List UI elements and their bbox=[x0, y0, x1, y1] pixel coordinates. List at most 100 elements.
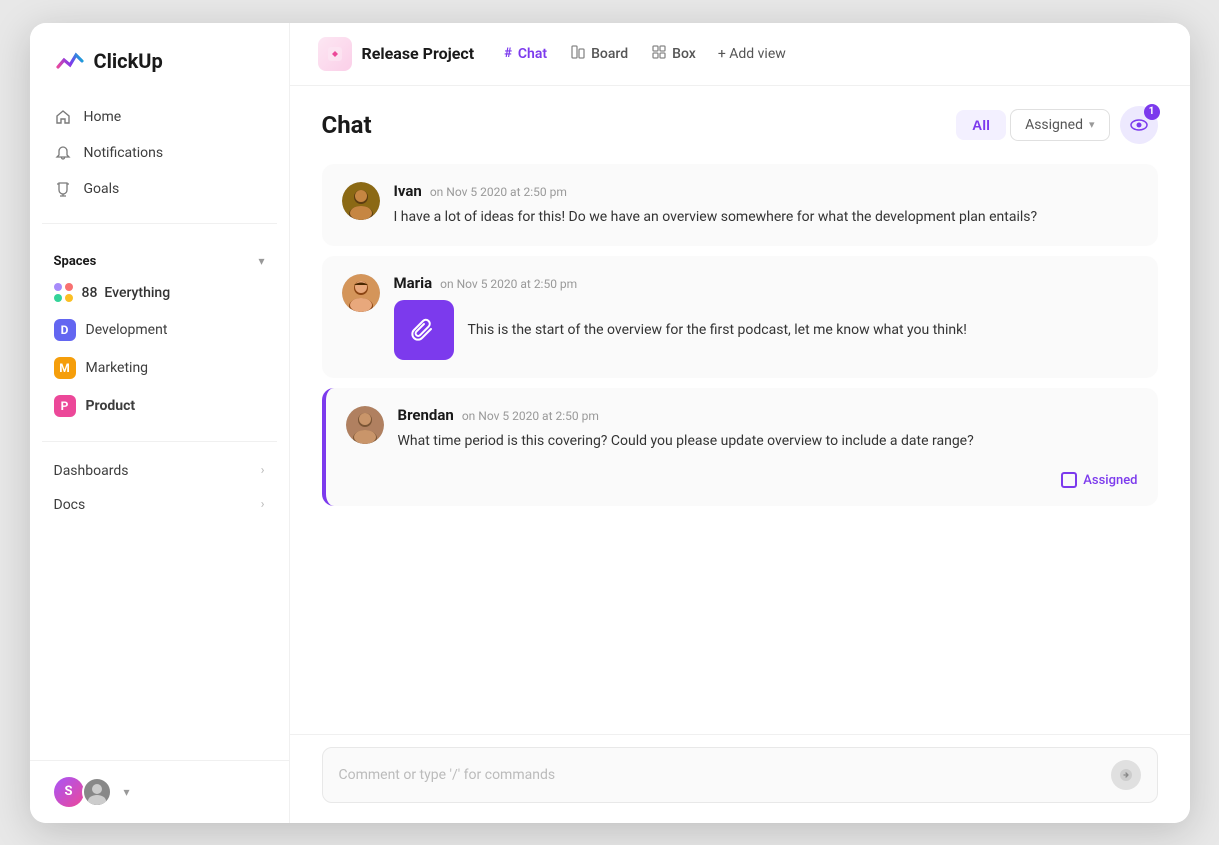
goals-label: Goals bbox=[84, 181, 120, 197]
sidebar-item-home[interactable]: Home bbox=[42, 99, 277, 135]
spaces-header[interactable]: Spaces ▾ bbox=[42, 248, 277, 275]
maria-text: This is the start of the overview for th… bbox=[468, 319, 967, 341]
logo-text: ClickUp bbox=[94, 49, 163, 73]
ivan-avatar-image bbox=[342, 182, 380, 220]
sidebar-item-notifications[interactable]: Notifications bbox=[42, 135, 277, 171]
paperclip-icon bbox=[411, 317, 437, 343]
filter-assigned-button[interactable]: Assigned ▾ bbox=[1010, 109, 1109, 141]
divider-1 bbox=[42, 223, 277, 224]
everything-count: 88 Everything bbox=[82, 285, 171, 301]
brendan-message-body: Brendan on Nov 5 2020 at 2:50 pm What ti… bbox=[398, 406, 1138, 488]
ivan-message-body: Ivan on Nov 5 2020 at 2:50 pm I have a l… bbox=[394, 182, 1138, 228]
ivan-time: on Nov 5 2020 at 2:50 pm bbox=[430, 185, 567, 199]
comment-placeholder: Comment or type '/' for commands bbox=[339, 767, 1111, 783]
brendan-message-meta: Brendan on Nov 5 2020 at 2:50 pm bbox=[398, 406, 1138, 424]
watch-button[interactable]: 1 bbox=[1120, 106, 1158, 144]
tab-board[interactable]: Board bbox=[559, 39, 640, 69]
bell-icon bbox=[54, 144, 72, 162]
chat-title: Chat bbox=[322, 111, 372, 139]
project-icon bbox=[318, 37, 352, 71]
project-title: Release Project bbox=[362, 44, 475, 63]
assigned-filter-chevron-icon: ▾ bbox=[1089, 118, 1095, 131]
message-maria: Maria on Nov 5 2020 at 2:50 pm This is t… bbox=[322, 256, 1158, 378]
chat-filters: All Assigned ▾ bbox=[956, 109, 1109, 141]
assigned-checkbox[interactable] bbox=[1061, 472, 1077, 488]
marketing-label: Marketing bbox=[86, 360, 149, 376]
eye-icon bbox=[1130, 118, 1148, 132]
box-tab-icon bbox=[652, 45, 666, 63]
maria-message-body: Maria on Nov 5 2020 at 2:50 pm This is t… bbox=[394, 274, 1138, 360]
tab-chat[interactable]: # Chat bbox=[492, 40, 559, 68]
box-tab-label: Box bbox=[672, 46, 696, 62]
comment-input-area: Comment or type '/' for commands bbox=[290, 734, 1190, 823]
topbar: Release Project # Chat Board bbox=[290, 23, 1190, 86]
board-tab-label: Board bbox=[591, 46, 628, 62]
ivan-name: Ivan bbox=[394, 182, 422, 200]
maria-avatar-image bbox=[342, 274, 380, 312]
app-container: ClickUp Home Notifications bbox=[30, 23, 1190, 823]
message-brendan: Brendan on Nov 5 2020 at 2:50 pm What ti… bbox=[322, 388, 1158, 506]
main-content: Release Project # Chat Board bbox=[290, 23, 1190, 823]
chat-tab-label: Chat bbox=[518, 46, 547, 62]
sidebar-footer: S ▾ bbox=[30, 760, 289, 823]
messages-container: Ivan on Nov 5 2020 at 2:50 pm I have a l… bbox=[290, 156, 1190, 734]
assigned-label: Assigned bbox=[1083, 473, 1137, 488]
spaces-section: Spaces ▾ 88 Everything D Develo bbox=[30, 236, 289, 429]
product-label: Product bbox=[86, 398, 136, 414]
chat-tab-icon: # bbox=[504, 46, 512, 61]
marketing-badge: M bbox=[54, 357, 76, 379]
sidebar-item-goals[interactable]: Goals bbox=[42, 171, 277, 207]
chat-area: Chat All Assigned ▾ 1 bbox=[290, 86, 1190, 823]
comment-box[interactable]: Comment or type '/' for commands bbox=[322, 747, 1158, 803]
send-button[interactable] bbox=[1111, 760, 1141, 790]
brendan-avatar-image bbox=[346, 406, 384, 444]
sidebar: ClickUp Home Notifications bbox=[30, 23, 290, 823]
avatar-ivan bbox=[342, 182, 380, 220]
filter-all-button[interactable]: All bbox=[956, 110, 1006, 140]
logo-area: ClickUp bbox=[30, 23, 289, 95]
sidebar-item-docs[interactable]: Docs › bbox=[30, 488, 289, 522]
project-icon-svg bbox=[325, 44, 345, 64]
message-ivan: Ivan on Nov 5 2020 at 2:50 pm I have a l… bbox=[322, 164, 1158, 246]
maria-time: on Nov 5 2020 at 2:50 pm bbox=[440, 277, 577, 291]
brendan-name: Brendan bbox=[398, 406, 454, 424]
ivan-message-meta: Ivan on Nov 5 2020 at 2:50 pm bbox=[394, 182, 1138, 200]
notifications-label: Notifications bbox=[84, 145, 164, 161]
docs-label: Docs bbox=[54, 497, 86, 513]
home-label: Home bbox=[84, 109, 122, 125]
dashboards-label: Dashboards bbox=[54, 463, 129, 479]
attachment-icon bbox=[394, 300, 454, 360]
development-label: Development bbox=[86, 322, 168, 338]
sidebar-item-marketing[interactable]: M Marketing bbox=[42, 349, 277, 387]
user2-avatar-image bbox=[84, 779, 110, 805]
brendan-text: What time period is this covering? Could… bbox=[398, 430, 1138, 452]
product-badge: P bbox=[54, 395, 76, 417]
sidebar-nav: Home Notifications bbox=[30, 95, 289, 211]
sidebar-item-product[interactable]: P Product bbox=[42, 387, 277, 425]
avatar-brendan bbox=[346, 406, 384, 444]
sidebar-item-development[interactable]: D Development bbox=[42, 311, 277, 349]
brendan-time: on Nov 5 2020 at 2:50 pm bbox=[462, 409, 599, 423]
add-view-button[interactable]: + Add view bbox=[708, 40, 796, 68]
divider-2 bbox=[42, 441, 277, 442]
dashboards-arrow-icon: › bbox=[261, 463, 265, 478]
maria-message-meta: Maria on Nov 5 2020 at 2:50 pm bbox=[394, 274, 1138, 292]
trophy-icon bbox=[54, 180, 72, 198]
brendan-assigned-footer: Assigned bbox=[398, 460, 1138, 488]
footer-chevron-icon[interactable]: ▾ bbox=[124, 785, 130, 799]
board-tab-icon bbox=[571, 45, 585, 63]
add-view-label: + Add view bbox=[718, 46, 786, 62]
home-icon bbox=[54, 108, 72, 126]
maria-attachment: This is the start of the overview for th… bbox=[394, 300, 1138, 360]
tab-box[interactable]: Box bbox=[640, 39, 708, 69]
assigned-badge[interactable]: Assigned bbox=[1061, 472, 1137, 488]
avatar-user2[interactable] bbox=[82, 777, 112, 807]
sidebar-item-everything[interactable]: 88 Everything bbox=[42, 275, 277, 311]
ivan-text: I have a lot of ideas for this! Do we ha… bbox=[394, 206, 1138, 228]
spaces-label: Spaces bbox=[54, 254, 97, 269]
avatar-user1[interactable]: S bbox=[54, 777, 84, 807]
assigned-filter-label: Assigned bbox=[1025, 117, 1083, 133]
docs-arrow-icon: › bbox=[261, 497, 265, 512]
development-badge: D bbox=[54, 319, 76, 341]
sidebar-item-dashboards[interactable]: Dashboards › bbox=[30, 454, 289, 488]
